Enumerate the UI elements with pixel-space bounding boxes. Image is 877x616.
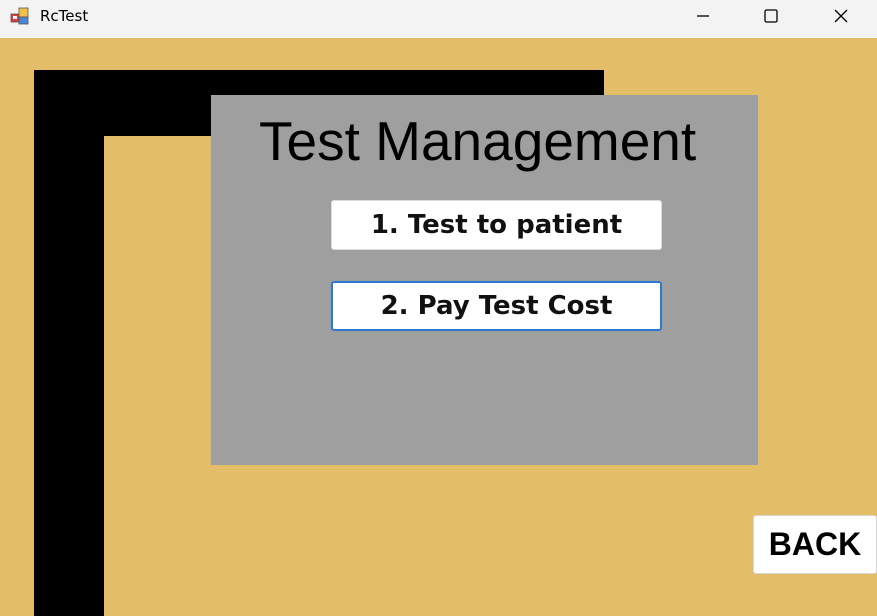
maximize-button[interactable]: [736, 0, 806, 32]
pay-test-cost-button[interactable]: 2. Pay Test Cost: [331, 281, 662, 331]
app-icon: [10, 7, 29, 25]
close-icon: [834, 9, 848, 23]
decorative-bar-left: [34, 70, 104, 616]
close-button[interactable]: [806, 0, 876, 32]
maximize-icon: [764, 9, 778, 23]
panel-title: Test Management: [259, 110, 697, 172]
window-title: RcTest: [40, 7, 89, 25]
minimize-button[interactable]: [668, 0, 738, 32]
back-button[interactable]: BACK: [753, 515, 877, 574]
test-management-panel: Test Management 1. Test to patient 2. Pa…: [211, 95, 758, 465]
minimize-icon: [697, 15, 709, 17]
title-bar[interactable]: RcTest: [0, 0, 877, 38]
app-window: RcTest Test Management 1. Test to patien…: [0, 0, 877, 616]
test-to-patient-button[interactable]: 1. Test to patient: [331, 200, 662, 250]
